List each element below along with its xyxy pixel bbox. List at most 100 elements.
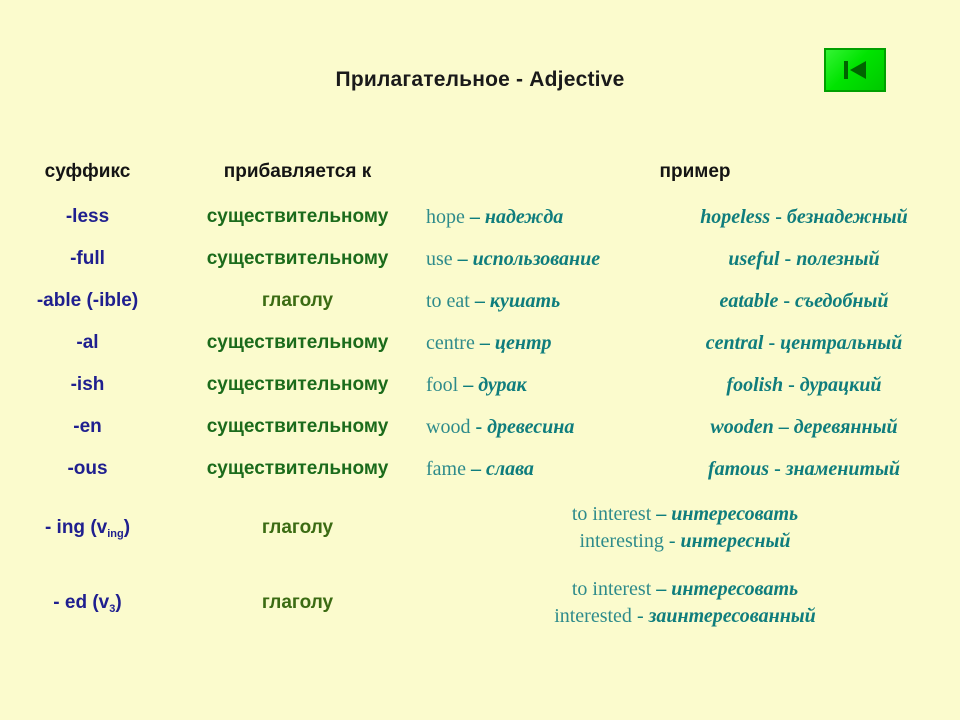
derived-separator: -	[774, 457, 781, 480]
example-line-1: to interest – интересовать	[420, 576, 950, 603]
example-cell: to interest – интересовать interesting - …	[420, 490, 960, 565]
base-russian: использование	[472, 247, 601, 270]
derived-separator: -	[788, 373, 795, 396]
derived-separator: -	[783, 289, 790, 312]
example-derived-word: foolish - дурацкий	[658, 374, 960, 397]
header-suffix: суффикс	[44, 161, 131, 182]
example-base-word: to eat – кушать	[420, 290, 658, 313]
suffix-cell: - ed (v3)	[0, 565, 175, 640]
derived-english: interesting	[579, 529, 664, 552]
base-separator: –	[479, 331, 490, 354]
derived-english: hopeless	[700, 205, 771, 228]
suffix-cell: -able (-ible)	[36, 290, 139, 311]
base-english: use	[426, 247, 453, 270]
derived-russian: знаменитый	[785, 457, 901, 480]
attaches-to-cell: существительному	[206, 332, 389, 353]
derived-english: interested	[554, 604, 632, 627]
suffix-cell: -full	[70, 248, 105, 269]
table-header-row: суффикс прибавляется к пример	[0, 148, 960, 196]
derived-russian: полезный	[796, 247, 880, 270]
example-base-word: use – использование	[420, 248, 658, 271]
base-russian: слава	[485, 457, 534, 480]
base-separator: –	[463, 373, 474, 396]
suffix-cell: -al	[76, 332, 99, 353]
example-base-word: wood - древесина	[420, 416, 658, 439]
example-derived-word: wooden – деревянный	[658, 416, 960, 439]
base-english: centre	[426, 331, 475, 354]
slide-root: Прилагательное - Adjective суффикс приба…	[0, 0, 960, 720]
base-russian: дурак	[478, 373, 527, 396]
page-title: Прилагательное - Adjective	[335, 68, 625, 91]
attaches-to-cell: существительному	[206, 458, 389, 479]
base-russian: кушать	[489, 289, 561, 312]
table-row: -ous существительному fame – слава famous -…	[0, 448, 960, 490]
example-line-1: to interest – интересовать	[420, 501, 950, 528]
example-base-word: centre – центр	[420, 332, 658, 355]
base-english: hope	[426, 205, 465, 228]
suffix-table: суффикс прибавляется к пример -less сущес…	[0, 148, 960, 640]
example-line-2: interesting - интересный	[420, 528, 950, 555]
derived-russian: дурацкий	[799, 373, 882, 396]
base-separator: –	[469, 205, 480, 228]
table-row: -al существительному centre – центр central…	[0, 322, 960, 364]
base-russian: интересовать	[671, 502, 799, 525]
derived-russian: деревянный	[793, 415, 898, 438]
derived-english: foolish	[726, 373, 784, 396]
attaches-to-cell: глаголу	[261, 516, 334, 538]
example-cell: to eat – кушать eatable - съедобный	[420, 280, 960, 322]
suffix-cell: - ing (ving)	[0, 490, 175, 565]
previous-slide-button[interactable]	[824, 48, 886, 92]
table-body: -less существительному hope – надежда hopel…	[0, 196, 960, 640]
example-cell: use – использование useful - полезный	[420, 238, 960, 280]
derived-separator: -	[784, 247, 792, 270]
derived-english: wooden	[710, 415, 774, 438]
derived-russian: съедобный	[795, 289, 889, 312]
example-cell: to interest – интересовать interested - з…	[420, 565, 960, 640]
base-english: to interest	[571, 577, 652, 600]
suffix-cell: -ous	[67, 458, 108, 479]
example-cell: hope – надежда hopeless - безнадежный	[420, 196, 960, 238]
skip-back-icon	[842, 58, 868, 82]
base-english: fool	[426, 373, 459, 396]
example-line-2: interested - заинтересованный	[420, 603, 950, 630]
suffix-suffix: )	[123, 516, 131, 538]
attaches-to-cell: существительному	[206, 416, 389, 437]
header-example: пример	[659, 161, 731, 182]
base-english: wood	[426, 415, 471, 438]
attaches-to-cell: глаголу	[261, 591, 334, 613]
base-separator: –	[457, 247, 468, 270]
example-cell: wood - древесина wooden – деревянный	[420, 406, 960, 448]
example-cell: fool – дурак foolish - дурацкий	[420, 364, 960, 406]
derived-separator: -	[775, 205, 782, 228]
suffix-prefix: - ing (v	[44, 516, 108, 538]
example-derived-word: eatable - съедобный	[658, 290, 960, 313]
derived-english: useful	[728, 247, 780, 270]
example-derived-word: useful - полезный	[658, 248, 960, 271]
derived-russian: безнадежный	[786, 205, 908, 228]
derived-english: central	[705, 331, 764, 354]
derived-english: famous	[707, 457, 770, 480]
derived-russian: центральный	[780, 331, 903, 354]
base-separator: -	[475, 415, 483, 438]
base-english: fame	[426, 457, 466, 480]
suffix-subscript: ing	[107, 527, 124, 540]
base-separator: –	[656, 502, 667, 525]
table-row: - ed (v3) глаголу to interest – интересова…	[0, 565, 960, 640]
base-separator: –	[470, 457, 481, 480]
table-row: -en существительному wood - древесина woode…	[0, 406, 960, 448]
base-russian: центр	[494, 331, 552, 354]
base-russian: надежда	[484, 205, 564, 228]
example-base-word: fame – слава	[420, 458, 658, 481]
table-row: - ing (ving) глаголу to interest – интерес…	[0, 490, 960, 565]
suffix-cell: -en	[73, 416, 102, 437]
derived-russian: интересный	[680, 529, 791, 552]
derived-separator: -	[668, 529, 676, 552]
table-row: -full существительному use – использование…	[0, 238, 960, 280]
table-row: -able (-ible) глаголу to eat – кушать eatab…	[0, 280, 960, 322]
table-row: -less существительному hope – надежда hopel…	[0, 196, 960, 238]
header-attaches-to: прибавляется к	[223, 161, 372, 182]
example-cell: fame – слава famous - знаменитый	[420, 448, 960, 490]
attaches-to-cell: существительному	[206, 248, 389, 269]
example-base-word: fool – дурак	[420, 374, 658, 397]
example-derived-word: famous - знаменитый	[658, 458, 960, 481]
